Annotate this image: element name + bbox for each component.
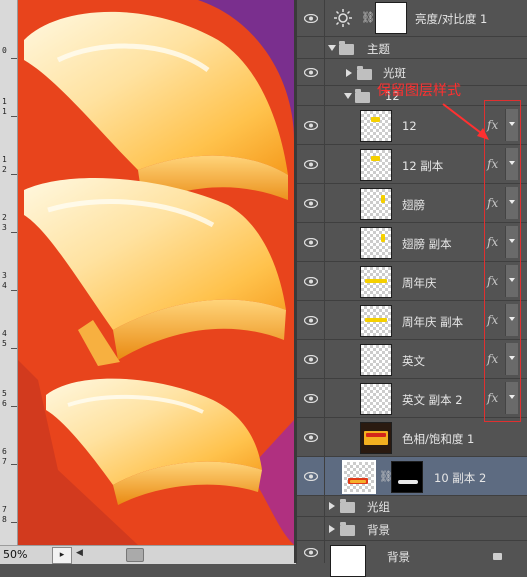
ruler-label: 4 [2, 281, 7, 290]
layer-name: 色相/饱和度 1 [402, 432, 475, 446]
layer-thumbnail[interactable] [360, 344, 392, 376]
layer-name: 翅膀 [402, 198, 425, 212]
ruler-label: 1 [2, 97, 7, 106]
visibility-eye-icon[interactable] [297, 145, 325, 183]
layer-name: 周年庆 [402, 276, 437, 290]
lock-icon [493, 553, 502, 560]
layer-thumbnail[interactable] [360, 110, 392, 142]
ruler-label: 7 [2, 505, 7, 514]
layer-thumbnail[interactable] [360, 188, 392, 220]
expand-chevron-right-icon[interactable] [346, 69, 352, 77]
layer-thumbnail[interactable] [360, 227, 392, 259]
layer-thumbnail[interactable] [330, 545, 366, 577]
visibility-eye-hidden-icon[interactable] [297, 496, 325, 516]
visibility-eye-icon[interactable] [297, 541, 325, 563]
visibility-eye-hidden-icon[interactable] [297, 517, 325, 540]
ruler-label: 8 [2, 515, 7, 524]
layer-row-adjustment[interactable]: ⛓ 亮度/对比度 1 [297, 0, 527, 37]
ruler-label: 7 [2, 457, 7, 466]
layer-thumbnail[interactable] [342, 460, 376, 494]
ruler-label: 6 [2, 447, 7, 456]
layer-name: 翅膀 副本 [402, 237, 452, 251]
ruler-label: 4 [2, 329, 7, 338]
layer-thumbnail[interactable] [360, 305, 392, 337]
layer-name: 周年庆 副本 [402, 315, 464, 329]
layer-row-selected[interactable]: ⛓ 10 副本 2 [297, 457, 527, 496]
folder-icon [340, 522, 355, 536]
folder-icon [339, 41, 354, 55]
expand-chevron-right-icon[interactable] [329, 502, 335, 510]
folder-icon [340, 499, 355, 513]
horizontal-scrollbar-thumb[interactable] [126, 548, 144, 562]
visibility-eye-icon[interactable] [297, 184, 325, 222]
brightness-icon [334, 9, 352, 27]
annotation-highlight-box [484, 100, 521, 422]
zoom-level[interactable]: 50% [3, 548, 27, 561]
group-name: 光斑 [383, 66, 406, 80]
layer-row-group[interactable]: 主题 [297, 37, 527, 59]
visibility-eye-icon[interactable] [297, 418, 325, 456]
ruler-label: 5 [2, 339, 7, 348]
scroll-left-arrow-icon[interactable]: ◀ [76, 548, 83, 558]
annotation-text: 保留图层样式 [377, 83, 461, 99]
group-name: 背景 [367, 523, 390, 537]
visibility-eye-icon[interactable] [297, 379, 325, 417]
layer-name: 英文 副本 2 [402, 393, 463, 407]
layer-name: 12 [402, 119, 417, 133]
layer-name: 12 副本 [402, 159, 444, 173]
layers-panel: ⛓ 亮度/对比度 1 主题 光斑 12 12 fx 12 副本 fx 翅膀 fx… [297, 0, 527, 577]
ruler-label: 2 [2, 165, 7, 174]
layer-thumbnail[interactable] [360, 149, 392, 181]
layer-row[interactable]: 背景 [297, 541, 527, 577]
vertical-ruler: 0 1 1 1 2 2 3 3 4 4 5 5 6 6 7 7 8 [0, 0, 18, 545]
expand-chevron-right-icon[interactable] [329, 525, 335, 533]
layer-mask-thumbnail[interactable] [391, 461, 423, 493]
visibility-eye-icon[interactable] [297, 106, 325, 144]
ruler-label: 3 [2, 223, 7, 232]
layer-name: 10 副本 2 [434, 471, 487, 485]
ruler-label: 1 [2, 155, 7, 164]
ruler-label: 2 [2, 213, 7, 222]
status-bar: 50% ▸ ◀ [0, 545, 296, 564]
visibility-eye-hidden-icon[interactable] [297, 37, 325, 58]
folder-icon [355, 89, 370, 103]
folder-icon [357, 66, 372, 80]
ruler-label: 0 [2, 46, 7, 55]
visibility-eye-icon[interactable] [297, 262, 325, 300]
visibility-eye-icon[interactable] [297, 0, 325, 36]
layer-thumbnail[interactable] [360, 383, 392, 415]
artwork-graphic [18, 0, 294, 545]
chain-link-icon[interactable]: ⛓ [361, 11, 375, 24]
visibility-eye-icon[interactable] [297, 301, 325, 339]
visibility-eye-icon[interactable] [297, 340, 325, 378]
canvas-artwork[interactable] [18, 0, 294, 545]
layer-row-group[interactable]: 背景 [297, 517, 527, 541]
expand-chevron-down-icon[interactable] [344, 93, 352, 99]
visibility-eye-icon[interactable] [297, 223, 325, 261]
visibility-eye-icon[interactable] [297, 457, 325, 495]
layer-thumbnail[interactable] [360, 422, 392, 454]
annotation-arrow [442, 103, 489, 140]
document-info-button[interactable]: ▸ [52, 547, 72, 564]
visibility-eye-hidden-icon[interactable] [297, 86, 325, 105]
layer-name: 英文 [402, 354, 425, 368]
ruler-label: 6 [2, 399, 7, 408]
document-canvas-area[interactable]: 0 1 1 1 2 2 3 3 4 4 5 5 6 6 7 7 8 50% ▸ … [0, 0, 296, 564]
layer-thumbnail[interactable] [360, 266, 392, 298]
expand-chevron-down-icon[interactable] [328, 45, 336, 51]
layer-name: 亮度/对比度 1 [415, 12, 488, 26]
layer-mask-thumbnail[interactable] [375, 2, 407, 34]
ruler-label: 5 [2, 389, 7, 398]
ruler-label: 1 [2, 107, 7, 116]
group-name: 光组 [367, 500, 390, 514]
group-name: 主题 [367, 42, 390, 56]
ruler-label: 3 [2, 271, 7, 280]
visibility-eye-icon[interactable] [297, 59, 325, 85]
layer-row[interactable]: 色相/饱和度 1 [297, 418, 527, 457]
layer-row-group[interactable]: 光组 [297, 496, 527, 517]
